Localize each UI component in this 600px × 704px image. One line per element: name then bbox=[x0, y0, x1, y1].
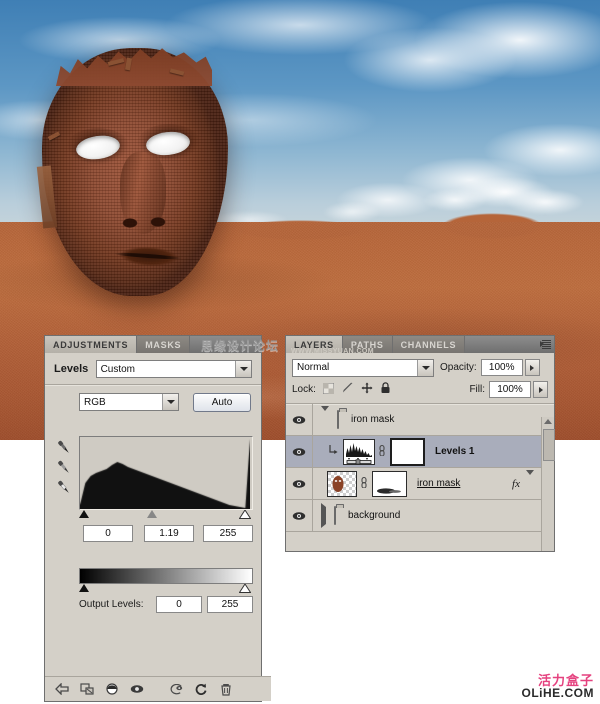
lock-label: Lock: bbox=[292, 384, 316, 395]
table-row[interactable]: iron mask fx bbox=[286, 468, 542, 500]
layers-scrollbar[interactable] bbox=[541, 417, 555, 551]
scrollbar-thumb[interactable] bbox=[543, 429, 555, 461]
preview-eye-icon[interactable] bbox=[130, 682, 144, 696]
return-to-adjustment-list-icon[interactable] bbox=[55, 682, 69, 696]
table-row[interactable]: Levels 1 bbox=[286, 436, 542, 468]
layer-list: iron mask Levels 1 iron mask fx backgrou… bbox=[286, 404, 542, 551]
fill-stepper-icon[interactable] bbox=[533, 381, 548, 398]
opacity-field[interactable]: 100% bbox=[480, 359, 523, 376]
channel-row: RGB Auto bbox=[79, 392, 251, 412]
link-layers-icon[interactable] bbox=[360, 475, 368, 493]
folder-icon bbox=[334, 505, 336, 525]
midtone-input-field[interactable]: 1.19 bbox=[144, 525, 194, 542]
blend-mode-select[interactable]: Normal bbox=[292, 358, 434, 377]
adjustments-body: Levels Custom RGB Auto 0 1.19 255 Output… bbox=[45, 353, 271, 701]
preset-value: Custom bbox=[100, 363, 136, 375]
tab-masks[interactable]: MASKS bbox=[137, 336, 191, 353]
shadow-input-field[interactable]: 0 bbox=[83, 525, 133, 542]
layer-visibility-toggle[interactable] bbox=[286, 468, 313, 499]
levels-histogram bbox=[79, 436, 253, 510]
lock-all-icon[interactable] bbox=[380, 381, 391, 399]
preset-select[interactable]: Custom bbox=[95, 360, 252, 378]
midtone-input-slider[interactable] bbox=[147, 510, 157, 518]
clip-to-layer-icon[interactable] bbox=[80, 682, 94, 696]
divider bbox=[45, 384, 261, 385]
fill-field[interactable]: 100% bbox=[489, 381, 531, 398]
layer-visibility-toggle[interactable] bbox=[286, 404, 313, 435]
auto-button[interactable]: Auto bbox=[193, 392, 251, 412]
layer-thumbnail[interactable] bbox=[327, 470, 357, 497]
levels-title: Levels bbox=[54, 363, 89, 375]
output-white-field[interactable]: 255 bbox=[207, 596, 253, 613]
output-levels-slider[interactable] bbox=[79, 584, 251, 594]
gray-point-eyedropper[interactable] bbox=[55, 459, 72, 476]
toggle-layer-visibility-icon[interactable] bbox=[105, 682, 119, 696]
lock-row: Lock: Fill: 100% bbox=[292, 381, 548, 398]
corner-watermark: 活力盒子 OLiHE.COM bbox=[522, 674, 595, 700]
link-layers-icon[interactable] bbox=[378, 443, 386, 461]
white-point-eyedropper[interactable] bbox=[55, 479, 72, 496]
adjustment-thumbnail[interactable] bbox=[343, 438, 375, 465]
reset-adjustment-icon[interactable] bbox=[194, 682, 208, 696]
chevron-down-icon[interactable] bbox=[235, 361, 251, 377]
output-white-slider[interactable] bbox=[239, 584, 251, 593]
nostrils bbox=[118, 214, 170, 232]
output-black-slider[interactable] bbox=[79, 584, 89, 592]
layer-name[interactable]: iron mask bbox=[417, 478, 460, 489]
fx-expand-toggle[interactable] bbox=[526, 469, 534, 493]
folder-icon bbox=[337, 409, 339, 429]
opacity-label: Opacity: bbox=[440, 362, 477, 373]
adjustments-bottom-toolbar bbox=[45, 676, 271, 701]
layers-body: Normal Opacity: 100% Lock: Fill: 100% ir… bbox=[286, 353, 555, 551]
blend-mode-value: Normal bbox=[297, 362, 330, 373]
shadow-input-slider[interactable] bbox=[79, 510, 89, 518]
layers-panel: LAYERS PATHS CHANNELS Normal Opacity: 10… bbox=[285, 335, 555, 552]
tab-bar-filler bbox=[465, 336, 536, 353]
table-row[interactable]: iron mask bbox=[286, 404, 542, 436]
layer-mask-thumbnail[interactable] bbox=[372, 470, 407, 497]
layer-name[interactable]: background bbox=[348, 510, 400, 521]
corner-watermark-cn: 活力盒子 bbox=[537, 672, 594, 688]
forum-watermark-url: WWW.MISSYUAN.COM bbox=[291, 348, 375, 355]
layer-fx-badge[interactable]: fx bbox=[512, 478, 520, 490]
table-row[interactable]: background bbox=[286, 500, 542, 532]
output-levels-gradient bbox=[79, 568, 253, 584]
layer-visibility-toggle[interactable] bbox=[286, 436, 313, 467]
chevron-down-icon[interactable] bbox=[417, 359, 433, 376]
corner-watermark-en: OLiHE.COM bbox=[521, 686, 594, 701]
lock-transparent-pixels-icon[interactable] bbox=[322, 381, 335, 399]
fill-label: Fill: bbox=[469, 384, 485, 395]
output-levels-label: Output Levels: bbox=[79, 599, 144, 610]
channel-value: RGB bbox=[84, 396, 106, 408]
group-expand-toggle[interactable] bbox=[321, 405, 329, 429]
layer-mask-thumbnail[interactable] bbox=[390, 437, 425, 466]
black-point-eyedropper[interactable] bbox=[55, 439, 72, 456]
lock-image-pixels-icon[interactable] bbox=[341, 381, 354, 399]
chevron-down-icon[interactable] bbox=[162, 394, 178, 410]
delete-adjustment-icon[interactable] bbox=[219, 682, 233, 696]
reset-to-previous-icon[interactable] bbox=[169, 682, 183, 696]
group-expand-toggle[interactable] bbox=[321, 502, 326, 528]
forum-watermark-cn: 思缘设计论坛 bbox=[201, 339, 280, 353]
tab-adjustments[interactable]: ADJUSTMENTS bbox=[45, 336, 138, 353]
histogram-canvas bbox=[80, 439, 250, 509]
output-black-field[interactable]: 0 bbox=[156, 596, 202, 613]
highlight-input-field[interactable]: 255 bbox=[203, 525, 253, 542]
input-levels-slider[interactable] bbox=[79, 510, 251, 520]
lock-position-icon[interactable] bbox=[361, 381, 373, 399]
layer-visibility-toggle[interactable] bbox=[286, 500, 313, 531]
layer-name[interactable]: Levels 1 bbox=[435, 446, 474, 457]
scroll-up-arrow-icon[interactable] bbox=[544, 419, 552, 424]
layer-name[interactable]: iron mask bbox=[351, 414, 394, 425]
panel-menu-icon[interactable] bbox=[536, 336, 554, 353]
iron-mask-face bbox=[36, 48, 228, 296]
highlight-input-slider[interactable] bbox=[239, 510, 251, 519]
blend-mode-row: Normal Opacity: 100% bbox=[292, 358, 548, 377]
adjustments-panel: ADJUSTMENTS MASKS Levels Custom RGB Auto bbox=[44, 335, 271, 702]
levels-preset-row: Levels Custom bbox=[54, 360, 252, 378]
channel-select[interactable]: RGB bbox=[79, 393, 179, 411]
opacity-stepper-icon[interactable] bbox=[524, 359, 540, 376]
tab-channels[interactable]: CHANNELS bbox=[392, 336, 466, 353]
clipping-mask-icon bbox=[329, 443, 338, 461]
